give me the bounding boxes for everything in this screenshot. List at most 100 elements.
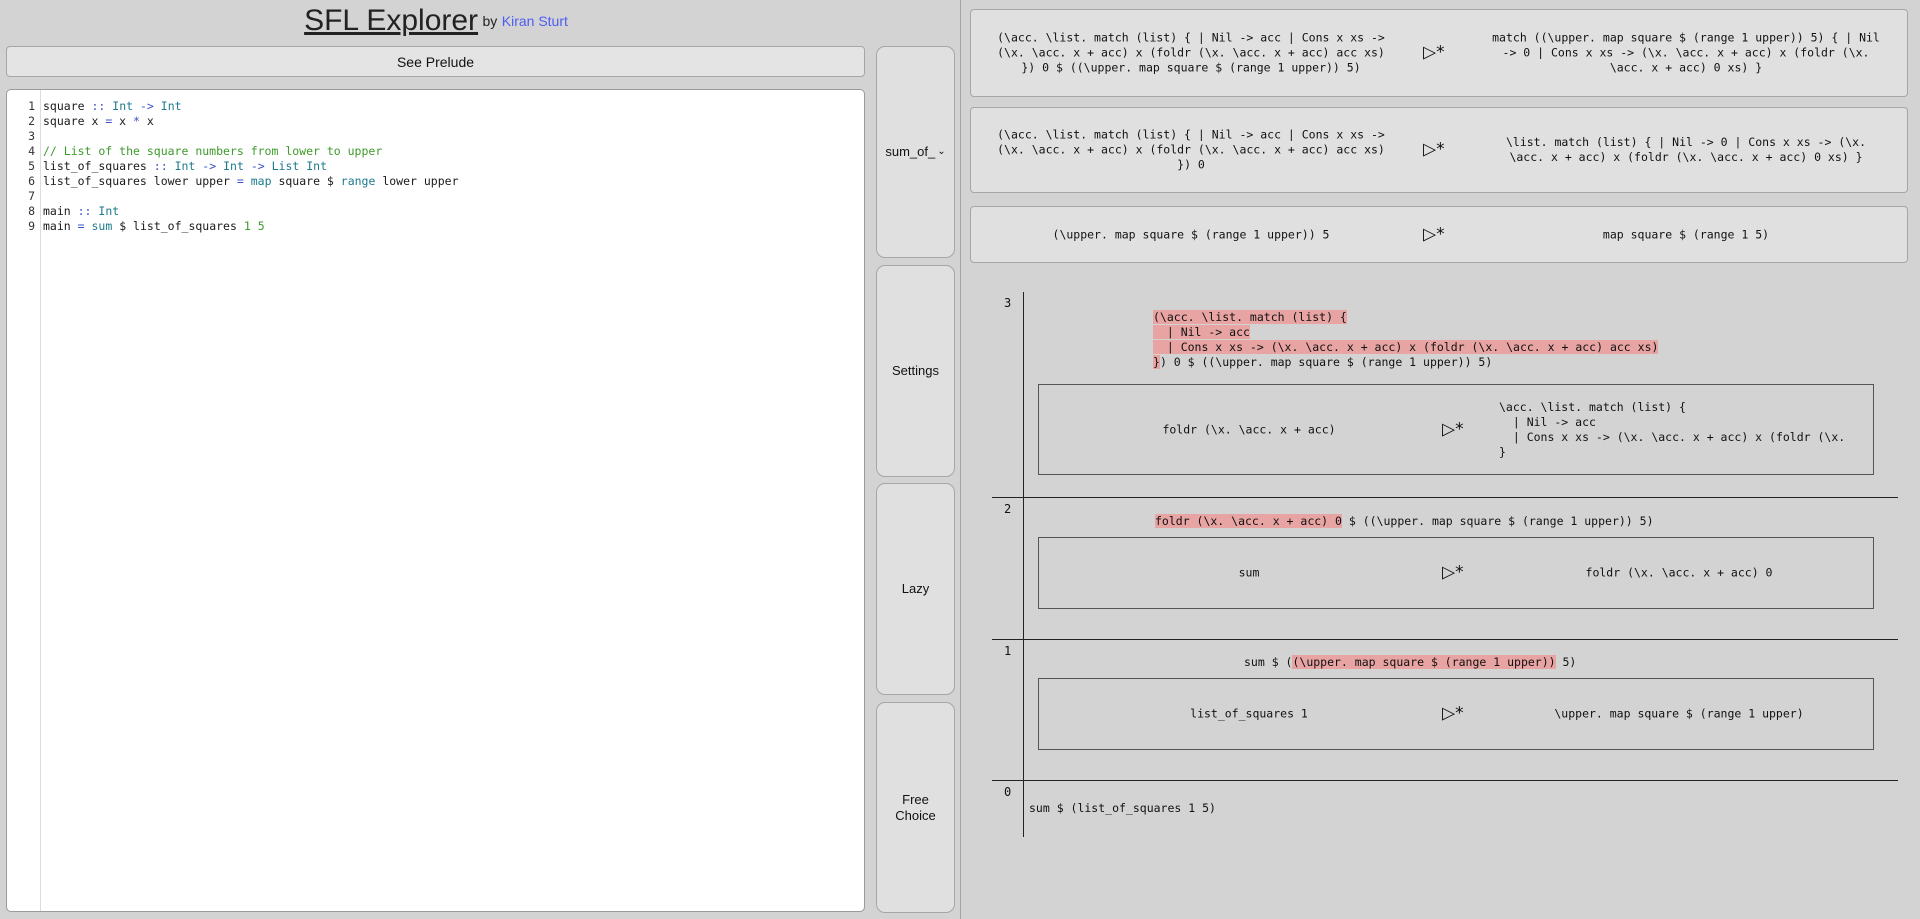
reduces-arrow-icon: ▷* bbox=[1423, 224, 1445, 244]
code-token: main bbox=[43, 204, 78, 218]
derivation-step: 3 (\acc. \list. match (list) { | Nil -> … bbox=[992, 292, 1908, 498]
substitution-rhs: \upper. map square $ (range 1 upper) bbox=[1554, 706, 1804, 721]
reduces-arrow-icon: ▷* bbox=[1423, 42, 1445, 63]
rule-card[interactable]: (\acc. \list. match (list) { | Nil -> ac… bbox=[970, 107, 1908, 193]
code-token: Int bbox=[306, 159, 328, 173]
substitution-box[interactable]: foldr (\x. \acc. x + acc) ▷* \acc. \list… bbox=[1038, 384, 1874, 475]
step-number: 1 bbox=[1004, 644, 1012, 658]
substitution-lhs: foldr (\x. \acc. x + acc) bbox=[1162, 422, 1336, 436]
code-line[interactable]: 8 main :: Int bbox=[7, 204, 864, 219]
substitution-lhs: sum bbox=[1238, 565, 1260, 580]
code-token: List bbox=[271, 159, 300, 173]
rule-rhs: match ((\upper. map square $ (range 1 up… bbox=[1492, 30, 1880, 75]
expression-rest: ) 0 $ ((\upper. map square $ (range 1 up… bbox=[1159, 355, 1493, 369]
code-token: -> bbox=[202, 159, 217, 173]
by-text: by bbox=[482, 13, 498, 29]
step-expression[interactable]: sum $ (list_of_squares 1 5) bbox=[1029, 801, 1216, 816]
code-token: lower upper bbox=[375, 174, 459, 188]
code-token: range bbox=[340, 174, 376, 188]
code-token: = bbox=[77, 219, 85, 233]
highlighted-redex[interactable]: foldr (\x. \acc. x + acc) 0 bbox=[1155, 514, 1342, 528]
line-code: main :: Int bbox=[35, 204, 119, 219]
code-token: x bbox=[112, 114, 134, 128]
line-number: 1 bbox=[28, 99, 35, 113]
expression-rest: 5) bbox=[1555, 655, 1577, 669]
step-expression[interactable]: (\acc. \list. match (list) { | Nil -> ac… bbox=[1153, 310, 1659, 370]
code-token: main bbox=[43, 219, 78, 233]
rule-lhs: (\acc. \list. match (list) { | Nil -> ac… bbox=[997, 127, 1385, 172]
rule-card[interactable]: (\upper. map square $ (range 1 upper)) 5… bbox=[970, 206, 1908, 263]
derivation-step: 2 foldr (\x. \acc. x + acc) 0 $ ((\upper… bbox=[992, 498, 1908, 640]
code-line[interactable]: 2 square x = x * x bbox=[7, 114, 864, 129]
code-token: $ list_of_squares bbox=[112, 219, 244, 233]
header: SFL Explorer by Kiran Sturt bbox=[0, 0, 872, 44]
left-pane: SFL Explorer by Kiran Sturt See Prelude … bbox=[0, 0, 960, 919]
code-token: -> bbox=[250, 159, 265, 173]
code-token: * bbox=[133, 114, 140, 128]
highlighted-redex[interactable]: (\upper. map square $ (range 1 upper)) bbox=[1292, 655, 1556, 669]
function-select-value: sum_of_ bbox=[885, 144, 936, 159]
line-code: square :: Int -> Int bbox=[35, 99, 182, 114]
step-expression[interactable]: sum $ ((\upper. map square $ (range 1 up… bbox=[1244, 655, 1576, 670]
line-number: 2 bbox=[28, 114, 35, 128]
line-number: 5 bbox=[28, 159, 35, 173]
step-number: 3 bbox=[1004, 296, 1012, 310]
step-expression[interactable]: foldr (\x. \acc. x + acc) 0 $ ((\upper. … bbox=[1155, 514, 1654, 529]
code-token: sum bbox=[91, 219, 113, 233]
code-token: :: bbox=[91, 99, 106, 113]
free-choice-label: Free Choice bbox=[895, 791, 936, 823]
author-link[interactable]: Kiran Sturt bbox=[502, 13, 568, 29]
rule-card[interactable]: (\acc. \list. match (list) { | Nil -> ac… bbox=[970, 9, 1908, 97]
code-line[interactable]: 1 square :: Int -> Int bbox=[7, 99, 864, 114]
function-select[interactable]: sum_of_ ⌄ bbox=[876, 46, 955, 258]
step-number: 0 bbox=[1004, 785, 1012, 799]
expression-rest: $ ((\upper. map square $ (range 1 upper)… bbox=[1341, 514, 1654, 528]
line-number: 6 bbox=[28, 174, 35, 188]
code-editor[interactable]: 1 square :: Int -> Int 2 square x = x * x34… bbox=[6, 89, 865, 912]
settings-button[interactable]: Settings bbox=[876, 265, 955, 477]
code-token: square $ bbox=[271, 174, 341, 188]
lazy-button[interactable]: Lazy bbox=[876, 483, 955, 695]
code-line[interactable]: 7 bbox=[7, 189, 864, 204]
code-line[interactable]: 6 list_of_squares lower upper = map squar… bbox=[7, 174, 864, 189]
code-token: map bbox=[250, 174, 272, 188]
code-token: square bbox=[43, 99, 92, 113]
code-token: -> bbox=[139, 99, 154, 113]
code-line[interactable]: 5 list_of_squares :: Int -> Int -> List I… bbox=[7, 159, 864, 174]
substitution-box[interactable]: list_of_squares 1 ▷* \upper. map square … bbox=[1038, 678, 1874, 750]
substitution-rhs: \acc. \list. match (list) { | Nil -> acc… bbox=[1499, 399, 1846, 459]
code-token: :: bbox=[77, 204, 92, 218]
rule-lhs: (\upper. map square $ (range 1 upper)) 5 bbox=[1052, 227, 1330, 241]
line-code: main = sum $ list_of_squares 1 5 bbox=[35, 219, 265, 234]
step-number: 2 bbox=[1004, 502, 1012, 516]
code-token: 5 bbox=[257, 219, 265, 233]
reduces-arrow-icon: ▷* bbox=[1423, 139, 1445, 160]
right-pane: (\acc. \list. match (list) { | Nil -> ac… bbox=[961, 0, 1920, 919]
free-choice-button[interactable]: Free Choice bbox=[876, 702, 955, 913]
code-token: = bbox=[236, 174, 244, 188]
line-number: 8 bbox=[28, 204, 35, 218]
substitution-box[interactable]: sum ▷* foldr (\x. \acc. x + acc) 0 bbox=[1038, 537, 1874, 609]
code-token: Int bbox=[98, 204, 120, 218]
code-token: list_of_squares lower upper bbox=[43, 174, 237, 188]
code-token: x bbox=[139, 114, 154, 128]
chevron-down-icon: ⌄ bbox=[937, 146, 946, 157]
code-token: :: bbox=[153, 159, 168, 173]
code-line[interactable]: 9 main = sum $ list_of_squares 1 5 bbox=[7, 219, 864, 234]
line-number: 3 bbox=[28, 129, 35, 143]
code-line[interactable]: 4 // List of the square numbers from lowe… bbox=[7, 144, 864, 159]
rule-lhs: (\acc. \list. match (list) { | Nil -> ac… bbox=[997, 30, 1385, 75]
line-number: 7 bbox=[28, 189, 35, 203]
derivation-step: 1 sum $ ((\upper. map square $ (range 1 … bbox=[992, 640, 1908, 781]
see-prelude-button[interactable]: See Prelude bbox=[6, 46, 865, 77]
line-code: // List of the square numbers from lower… bbox=[35, 144, 382, 159]
reduces-arrow-icon: ▷* bbox=[1442, 703, 1464, 724]
code-line[interactable]: 3 bbox=[7, 129, 864, 144]
